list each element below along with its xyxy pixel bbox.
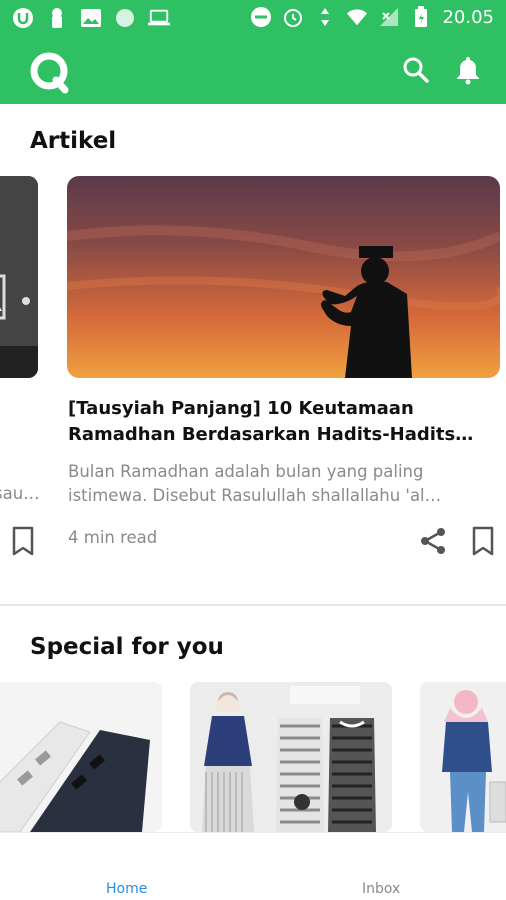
- dnd-icon: [250, 6, 272, 28]
- circle-icon: [114, 7, 136, 29]
- status-bar: 20.05: [0, 0, 506, 36]
- bell-icon[interactable]: [454, 55, 482, 85]
- article-image[interactable]: [67, 176, 500, 378]
- prev-bookmark-icon[interactable]: [10, 526, 36, 556]
- app-bar: [0, 36, 506, 104]
- bookmark-icon[interactable]: [470, 526, 496, 556]
- section-divider: [0, 604, 506, 606]
- app-u-icon: [12, 7, 34, 29]
- article-title-line-2[interactable]: Ramadhan Berdasarkan Hadits-Hadits…: [68, 422, 500, 448]
- battery-icon: [410, 6, 432, 28]
- artikel-section-title: Artikel: [30, 128, 117, 154]
- main-content: Artikel l sau…: [0, 104, 506, 832]
- clock: 20.05: [442, 6, 494, 28]
- share-icon[interactable]: [418, 526, 448, 556]
- laptop-icon: [148, 7, 170, 29]
- read-time: 4 min read: [68, 528, 158, 547]
- nav-home[interactable]: Home: [106, 881, 147, 897]
- wifi-icon: [346, 6, 368, 28]
- alarm-icon: [282, 6, 304, 28]
- prev-article-desc-2: sau…: [0, 484, 40, 503]
- product-card-clothing[interactable]: [190, 682, 392, 832]
- data-arrows-icon: [314, 6, 336, 28]
- product-card-fashion[interactable]: [420, 682, 506, 832]
- bottom-nav: Home Inbox: [0, 832, 506, 900]
- app-logo-icon[interactable]: [28, 50, 72, 94]
- product-card-powerbank[interactable]: [0, 682, 162, 832]
- article-desc-line-2: istimewa. Disebut Rasulullah shallallahu…: [68, 486, 442, 505]
- search-icon[interactable]: [402, 56, 430, 84]
- article-desc-line-1: Bulan Ramadhan adalah bulan yang paling: [68, 462, 424, 481]
- prev-article-image[interactable]: [0, 176, 38, 378]
- article-title-line-1[interactable]: [Tausyiah Panjang] 10 Keutamaan: [68, 396, 500, 422]
- nav-inbox[interactable]: Inbox: [362, 881, 400, 897]
- special-section-title: Special for you: [30, 634, 224, 660]
- image-icon: [80, 7, 102, 29]
- signal-icon: [378, 6, 400, 28]
- keyhole-icon: [46, 7, 68, 29]
